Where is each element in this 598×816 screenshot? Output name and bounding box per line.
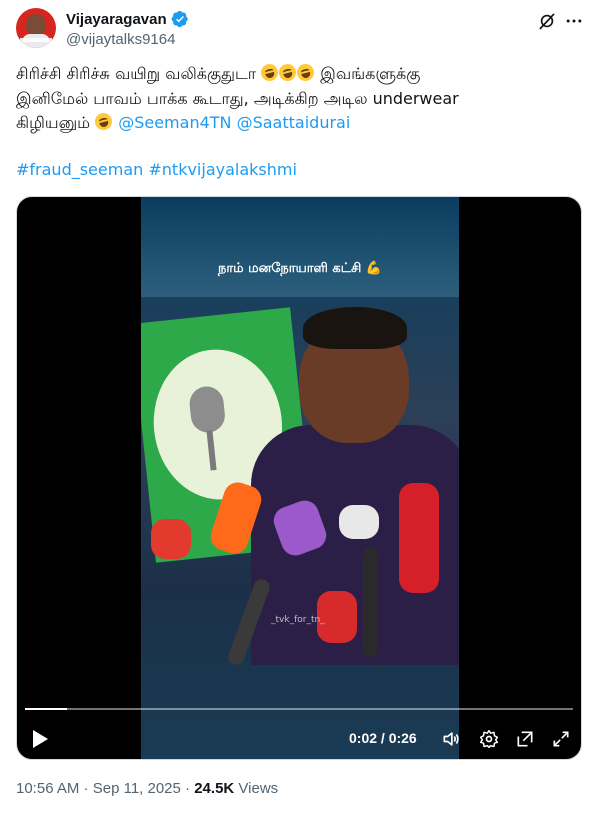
video-progress-fill [25,708,68,710]
laughing-emoji-icon [93,111,115,132]
microphone [399,483,439,593]
tweet-text-segment: சிரிச்சி சிரிச்சு வயிறு வலிக்குதுடா [16,64,262,83]
speaker-hair [303,307,407,349]
hashtag-link[interactable]: #fraud_seeman [16,160,143,179]
author-handle[interactable]: @vijaytalks9164 [66,31,175,48]
tweet-text-line-3: கிழியனும் @Seeman4TN @Saattaidurai [16,111,576,136]
hashtags: #fraud_seeman #ntkvijayalakshmi [16,160,297,179]
grok-icon[interactable] [537,11,557,31]
video-banner [141,197,459,297]
video-progress-bar[interactable] [25,708,573,710]
video-banner-text: நாம் மனநோயாளி கட்சி 💪 [218,261,382,276]
play-icon[interactable] [31,729,49,749]
avatar-caption-strip [20,38,52,42]
video-frame: நாம் மனநோயாளி கட்சி 💪 _tvk_for_tn_ [141,197,459,759]
tweet-text: சிரிச்சி சிரிச்சு வயிறு வலிக்குதுடா இவங்… [16,62,576,136]
meta-separator: · [180,780,195,797]
hashtag-link[interactable]: #ntkvijayalakshmi [148,160,297,179]
verified-badge-icon [171,10,188,28]
avatar-face [26,14,46,36]
video-time: 0:02 / 0:26 [349,730,417,746]
meta-separator: · [79,780,93,797]
tweet-time[interactable]: 10:56 AM [16,780,79,797]
avatar[interactable] [16,8,56,48]
microphone [363,547,377,657]
tweet-meta: 10:56 AM · Sep 11, 2025 · 24.5K Views [16,780,278,797]
microphone [339,505,379,539]
views-count: 24.5K [194,780,235,797]
tweet: Vijayaragavan @vijaytalks9164 சிரிச்சி ச… [0,0,598,816]
more-options-icon[interactable] [564,11,584,31]
settings-gear-icon[interactable] [479,729,499,749]
views-label: Views [234,780,279,797]
laughing-emoji-icon [259,62,281,83]
microphone [151,519,191,559]
video-watermark: _tvk_for_tn_ [271,615,325,625]
video-player[interactable]: நாம் மனநோயாளி கட்சி 💪 _tvk_for_tn_ 0:02 … [16,196,582,760]
author-display-name[interactable]: Vijayaragavan [66,11,167,28]
tweet-text-segment: இவங்களுக்கு [315,64,421,83]
author-name-row: Vijayaragavan [66,10,189,28]
mention-link[interactable]: @Saattaidurai [237,113,351,132]
tweet-text-line-1: சிரிச்சி சிரிச்சு வயிறு வலிக்குதுடா இவங்… [16,62,576,87]
laughing-emoji-icon [277,62,299,83]
tweet-date[interactable]: Sep 11, 2025 [93,780,181,797]
volume-icon[interactable] [441,729,461,749]
tweet-text-line-2: இனிமேல் பாவம் பாக்க கூடாது, அடிக்கிற அடி… [16,88,459,108]
mention-link[interactable]: @Seeman4TN [118,113,231,132]
tweet-text-segment: கிழியனும் [16,113,96,132]
laughing-emoji-icon [295,62,317,83]
pop-out-icon[interactable] [515,729,535,749]
fullscreen-icon[interactable] [551,729,571,749]
